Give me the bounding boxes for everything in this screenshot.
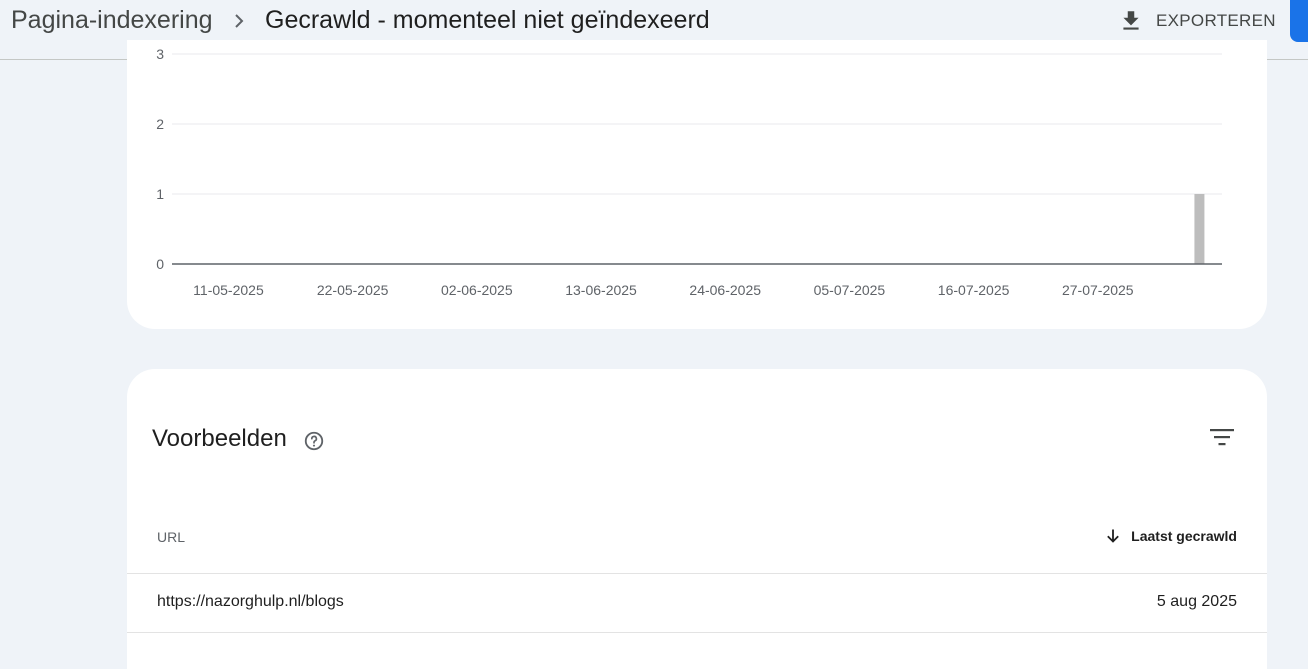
column-header-url[interactable]: URL [157,529,185,545]
last-crawled-label: Laatst gecrawld [1131,528,1237,544]
x-tick-label: 24-06-2025 [689,282,761,298]
indexing-chart: 3 2 1 0 11-05-2025 22-05-2025 02-06-2025 13-06… [156,46,1222,298]
row-last-crawled: 5 aug 2025 [1156,593,1237,610]
chart-bar [1194,194,1205,264]
export-label: EXPORTEREN [1156,11,1276,30]
side-action-button[interactable] [1290,0,1308,42]
y-tick-label: 0 [156,256,164,272]
row-url: https://nazorghulp.nl/blogs [157,593,344,610]
filter-icon[interactable] [1209,426,1235,448]
export-button[interactable]: EXPORTEREN [1118,7,1276,35]
chevron-right-icon [235,14,244,28]
help-circle-icon[interactable] [303,430,325,452]
page-title: Gecrawld - momenteel niet geïndexeerd [265,6,710,34]
table-row[interactable]: https://nazorghulp.nl/blogs 5 aug 2025 [127,574,1267,632]
x-tick-label: 13-06-2025 [565,282,637,298]
y-tick-label: 2 [156,116,164,132]
y-tick-label: 1 [156,186,164,202]
arrow-down-icon [1107,529,1120,543]
table-divider [127,632,1267,633]
breadcrumb-parent[interactable]: Pagina-indexering [11,6,213,35]
x-tick-label: 27-07-2025 [1062,282,1134,298]
x-tick-label: 05-07-2025 [814,282,886,298]
x-tick-label: 02-06-2025 [441,282,513,298]
x-tick-label: 22-05-2025 [317,282,389,298]
examples-title: Voorbeelden [152,425,287,452]
x-tick-label: 16-07-2025 [938,282,1010,298]
chart-card: 3 2 1 0 11-05-2025 22-05-2025 02-06-2025 13-06… [127,40,1267,329]
x-tick-label: 11-05-2025 [193,282,264,298]
column-header-last-crawled[interactable]: Laatst gecrawld [1105,528,1237,544]
download-icon [1123,11,1139,30]
y-tick-label: 3 [156,46,164,62]
examples-card: Voorbeelden URL Laatst gecrawld https://… [127,369,1267,669]
